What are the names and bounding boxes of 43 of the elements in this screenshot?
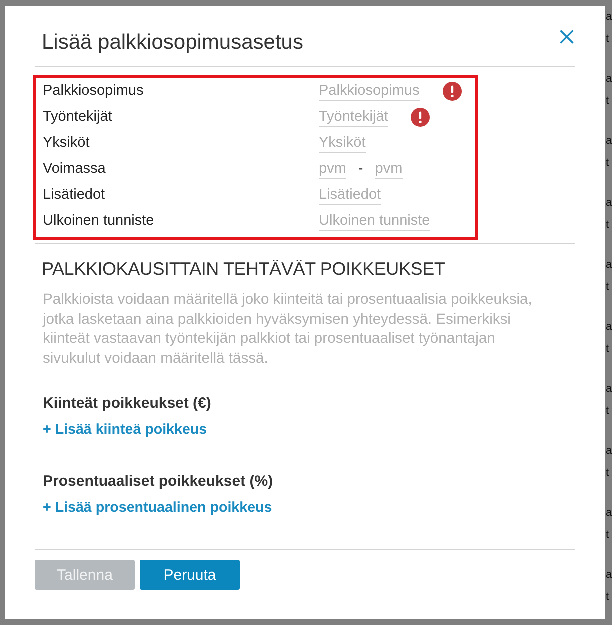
field-label: Ulkoinen tunniste [43,213,156,229]
dialog-title: Lisää palkkiosopimusasetus [42,30,304,56]
section-heading: PALKKIOKAUSITTAIN TEHTÄVÄT POIKKEUKSET [42,258,446,281]
background-text: t [606,404,610,419]
group-title: Kiinteät poikkeukset (€) [43,394,212,414]
field-label: Palkkiosopimus [43,83,145,99]
text-field[interactable]: Ulkoinen tunniste [319,212,430,230]
background-text: a [606,196,612,211]
background-text: t [606,32,610,47]
section-description: Palkkioista voidaan määritellä joko kiinteitä tai prosentuaalisia poikkeuksia, jotka lasketaan aina palkkioiden hyväksymisen yhteydessä. Esimerkiksi kiinteät vastaavan työntekijän palkkiot tai prosentuaaliset työnantajan sivukulut voidaan määritellä tässä. [43,291,534,368]
background-text: a [606,258,612,273]
text-field[interactable]: Työntekijät [319,108,388,126]
background-text: a [606,320,612,335]
background-text: a [606,568,612,583]
background-text: t [606,280,610,295]
background-text: t [606,528,610,543]
background-text: a [606,444,612,459]
background-text: a [606,10,612,25]
text-field[interactable]: Palkkiosopimus [319,82,420,100]
date-field[interactable]: pvm [375,160,403,178]
background-text: t [606,156,610,171]
background-text: a [606,382,612,397]
background-text: t [606,94,610,109]
text-field[interactable]: Yksiköt [319,134,366,152]
background-text: a [606,506,612,521]
field-label: Voimassa [43,161,107,177]
add-exception-link[interactable]: + Lisää kiinteä poikkeus [43,420,208,440]
text-field[interactable]: Lisätiedot [319,186,382,204]
background-text: t [606,218,610,233]
add-exception-link[interactable]: + Lisää prosentuaalinen poikkeus [43,498,272,518]
field-label: Yksiköt [43,135,91,151]
range-separator: - [358,161,364,177]
field-label: Lisätiedot [43,187,106,203]
background-text: t [606,590,610,605]
action-button[interactable]: Peruuta [140,560,240,590]
background-text: a [606,134,612,149]
close-icon[interactable] [560,30,574,44]
field-label: Työntekijät [43,109,114,125]
background-text: a [606,72,612,87]
date-field[interactable]: pvm [319,160,346,178]
group-title: Prosentuaaliset poikkeukset (%) [43,472,274,492]
background-text: t [606,342,610,357]
background-text: t [606,466,610,481]
